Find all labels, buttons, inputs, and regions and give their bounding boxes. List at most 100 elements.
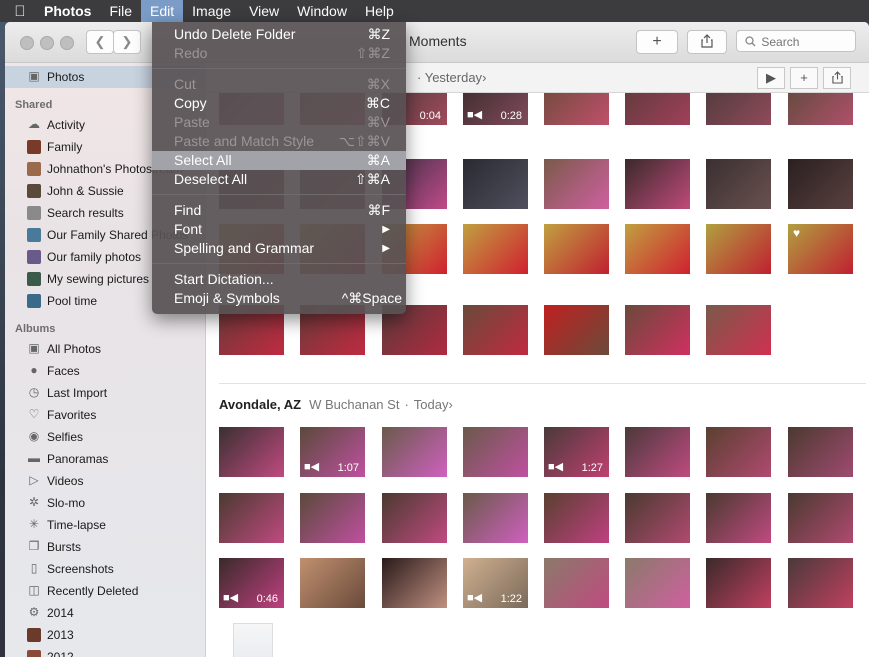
minimize-button[interactable] [40, 36, 54, 50]
close-button[interactable] [20, 36, 34, 50]
photo-thumbnail[interactable] [382, 558, 447, 608]
photo-thumbnail[interactable] [788, 558, 853, 608]
photo-thumbnail[interactable] [625, 558, 690, 608]
menu-item-spelling-grammar[interactable]: Spelling and Grammar ▶ [152, 239, 406, 258]
photo-thumbnail[interactable] [625, 427, 690, 477]
menu-item-font[interactable]: Font ▶ [152, 220, 406, 239]
menu-edit[interactable]: Edit [141, 0, 184, 22]
sidebar-item-screenshots[interactable]: ▯ Screenshots [5, 558, 205, 580]
photo-thumbnail[interactable] [625, 224, 690, 274]
photo-thumbnail[interactable] [706, 558, 771, 608]
add-button[interactable]: + [636, 30, 678, 54]
photo-thumbnail[interactable] [706, 93, 771, 125]
photo-thumbnail[interactable] [788, 159, 853, 209]
menu-item-emoji-symbols[interactable]: Emoji & Symbols ^⌘Space [152, 289, 406, 308]
photo-thumbnail[interactable] [219, 427, 284, 477]
menu-item-label: Select All [174, 152, 232, 168]
sidebar-item-panoramas[interactable]: ▬ Panoramas [5, 448, 205, 470]
video-thumbnail[interactable]: ■◀ 1:07 [300, 427, 365, 477]
photo-thumbnail[interactable] [788, 93, 853, 125]
sidebar-item-selfies[interactable]: ◉ Selfies [5, 426, 205, 448]
photo-thumbnail[interactable] [300, 493, 365, 543]
photo-thumbnail[interactable] [463, 427, 528, 477]
video-thumbnail[interactable]: ■◀ 0:46 [219, 558, 284, 608]
sidebar-item-time-lapse[interactable]: ✳ Time-lapse [5, 514, 205, 536]
search-field[interactable] [736, 30, 856, 52]
sidebar-item-2013[interactable]: 2013 [5, 624, 205, 646]
photo-thumbnail[interactable] [463, 493, 528, 543]
share-button[interactable] [687, 30, 727, 54]
sidebar-item-faces[interactable]: ● Faces [5, 360, 205, 382]
menu-item-label: Copy [174, 95, 207, 111]
photo-thumbnail[interactable] [788, 493, 853, 543]
sidebar-item-last-import[interactable]: ◷ Last Import [5, 382, 205, 404]
apple-icon[interactable]:  [0, 3, 40, 20]
sidebar-item-bursts[interactable]: ❐ Bursts [5, 536, 205, 558]
photo-thumbnail[interactable] [463, 159, 528, 209]
sidebar-item-2012[interactable]: 2012 [5, 646, 205, 657]
menu-photos[interactable]: Photos [40, 0, 100, 22]
moment-share-button[interactable] [823, 67, 851, 89]
zoom-button[interactable] [60, 36, 74, 50]
menu-item-label: Paste and Match Style [174, 133, 315, 149]
sidebar-item-slo-mo[interactable]: ✲ Slo-mo [5, 492, 205, 514]
favorite-photo-thumbnail[interactable]: ♥ [788, 224, 853, 274]
video-thumbnail[interactable]: ■◀ 0:28 [463, 93, 528, 125]
screenshot-thumbnail[interactable] [233, 623, 273, 657]
photo-thumbnail[interactable] [382, 493, 447, 543]
sidebar-item-label: Family [47, 140, 83, 154]
menu-item-paste[interactable]: Paste ⌘V [152, 113, 406, 132]
menu-file[interactable]: File [100, 0, 141, 22]
photo-thumbnail[interactable] [544, 93, 609, 125]
menu-image[interactable]: Image [183, 0, 240, 22]
menu-window[interactable]: Window [288, 0, 356, 22]
photo-thumbnail[interactable] [382, 427, 447, 477]
photo-thumbnail[interactable] [625, 305, 690, 355]
photo-thumbnail[interactable] [706, 224, 771, 274]
menu-item-paste-match-style[interactable]: Paste and Match Style ⌥⇧⌘V [152, 132, 406, 151]
moment-date[interactable]: · Yesterday› [417, 70, 486, 85]
photo-thumbnail[interactable] [706, 159, 771, 209]
photo-thumbnail[interactable] [544, 159, 609, 209]
moment-add-button[interactable]: + [790, 67, 818, 89]
sidebar-item-2014[interactable]: ⚙ 2014 [5, 602, 205, 624]
photo-thumbnail[interactable] [706, 305, 771, 355]
sidebar-item-recently-deleted[interactable]: ◫ Recently Deleted [5, 580, 205, 602]
photo-thumbnail[interactable] [706, 427, 771, 477]
photo-thumbnail[interactable] [625, 159, 690, 209]
menu-item-copy[interactable]: Copy ⌘C [152, 94, 406, 113]
photo-thumbnail[interactable] [219, 493, 284, 543]
photo-thumbnail[interactable] [625, 93, 690, 125]
video-thumbnail[interactable]: ■◀ 1:22 [463, 558, 528, 608]
photo-thumbnail[interactable] [300, 558, 365, 608]
sidebar-item-favorites[interactable]: ♡ Favorites [5, 404, 205, 426]
photo-thumbnail[interactable] [463, 224, 528, 274]
search-input[interactable] [759, 34, 844, 50]
photo-thumbnail[interactable] [788, 427, 853, 477]
back-button[interactable]: ❮ [86, 30, 114, 54]
menu-item-select-all[interactable]: Select All ⌘A [152, 151, 406, 170]
slideshow-button[interactable]: ▶ [757, 67, 785, 89]
photo-thumbnail[interactable] [625, 493, 690, 543]
photo-thumbnail[interactable] [463, 305, 528, 355]
photo-thumbnail[interactable] [544, 558, 609, 608]
menu-item-find[interactable]: Find ⌘F [152, 201, 406, 220]
moment-header[interactable]: Avondale, AZ W Buchanan St · Today› [219, 397, 453, 412]
menu-item-redo[interactable]: Redo ⇧⌘Z [152, 44, 406, 63]
photo-thumbnail[interactable] [544, 305, 609, 355]
menu-view[interactable]: View [240, 0, 288, 22]
menu-item-label: Undo Delete Folder [174, 26, 296, 42]
menu-item-start-dictation[interactable]: Start Dictation... [152, 270, 406, 289]
album-thumbnail-icon [27, 206, 41, 220]
photo-thumbnail[interactable] [544, 493, 609, 543]
sidebar-item-videos[interactable]: ▷ Videos [5, 470, 205, 492]
menu-item-undo[interactable]: Undo Delete Folder ⌘Z [152, 25, 406, 44]
sidebar-item-all-photos[interactable]: ▣ All Photos [5, 338, 205, 360]
video-thumbnail[interactable]: ■◀ 1:27 [544, 427, 609, 477]
menu-help[interactable]: Help [356, 0, 403, 22]
menu-item-deselect-all[interactable]: Deselect All ⇧⌘A [152, 170, 406, 189]
menu-item-cut[interactable]: Cut ⌘X [152, 75, 406, 94]
forward-button[interactable]: ❯ [113, 30, 141, 54]
photo-thumbnail[interactable] [706, 493, 771, 543]
photo-thumbnail[interactable] [544, 224, 609, 274]
